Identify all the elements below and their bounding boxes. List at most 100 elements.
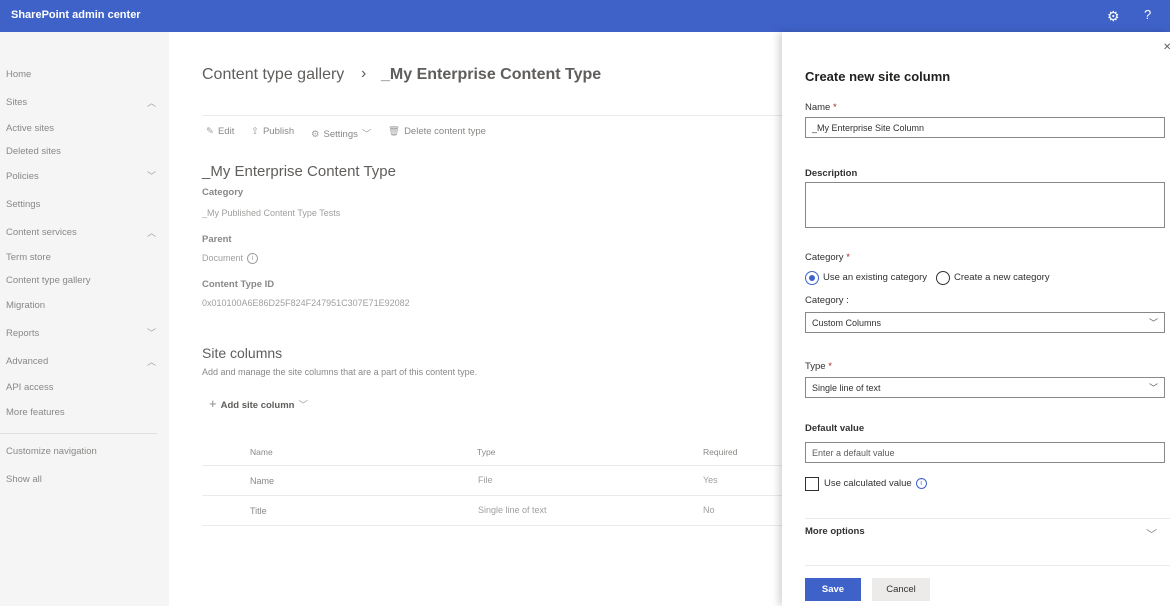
row-name[interactable]: Title — [250, 506, 267, 516]
publish-label: Publish — [262, 126, 295, 137]
category-select-label: Category : — [805, 295, 849, 306]
nav-item-more-features[interactable]: More features — [6, 407, 65, 418]
default-value-field[interactable]: Enter a default value — [805, 442, 1165, 463]
save-button[interactable]: Save — [805, 578, 861, 601]
help-button[interactable]: ? — [1144, 7, 1151, 22]
table-divider — [202, 525, 782, 526]
column-header-type[interactable]: Type — [477, 447, 495, 457]
publish-button[interactable]: ⇧ Publish — [251, 126, 294, 137]
gear-icon: ⚙ — [311, 129, 320, 140]
category-select-value: Custom Columns — [812, 318, 882, 328]
app-title[interactable]: SharePoint admin center — [11, 9, 141, 21]
new-category-radio[interactable] — [936, 271, 950, 285]
category-select[interactable]: Custom Columns ﹀ — [805, 312, 1165, 333]
nav-item-advanced[interactable]: Advanced — [6, 356, 48, 367]
info-icon[interactable]: i — [247, 253, 259, 265]
nav-item-active-sites[interactable]: Active sites — [6, 123, 54, 134]
left-navigation: Home Sites ︿ Active sites Deleted sites … — [0, 32, 169, 606]
add-site-column-button[interactable]: + Add site column ﹀ — [209, 396, 308, 411]
chevron-down-icon: ﹀ — [1148, 318, 1158, 328]
edit-label: Edit — [217, 126, 235, 137]
existing-category-label[interactable]: Use an existing category — [823, 272, 927, 283]
category-label-text: Category — [805, 252, 844, 263]
category-value: _My Published Content Type Tests — [202, 208, 341, 218]
calculated-value-checkbox[interactable] — [805, 477, 819, 491]
panel-title: Create new site column — [805, 69, 951, 84]
close-icon[interactable]: ✕ — [1163, 42, 1170, 53]
required-mark: * — [846, 252, 850, 263]
chevron-down-icon[interactable]: ﹀ — [147, 326, 156, 339]
nav-item-content-services[interactable]: Content services — [6, 227, 77, 238]
name-field[interactable]: _My Enterprise Site Column — [805, 117, 1165, 138]
breadcrumb-current: _My Enterprise Content Type — [381, 66, 602, 83]
chevron-up-icon[interactable]: ︿ — [147, 96, 156, 109]
gear-icon[interactable]: ⚙ — [1107, 8, 1120, 25]
nav-item-reports[interactable]: Reports — [6, 328, 39, 339]
content-type-id-value: 0x010100A6E86D25F824F247951C307E71E92082 — [202, 298, 410, 308]
breadcrumb-parent[interactable]: Content type gallery — [202, 66, 344, 84]
row-required: Yes — [703, 475, 718, 485]
row-type: File — [478, 475, 493, 485]
cancel-button[interactable]: Cancel — [872, 578, 930, 601]
calculated-value-label: Use calculated value i — [824, 478, 927, 489]
existing-category-radio[interactable] — [805, 271, 819, 285]
name-label: Name * — [805, 102, 837, 113]
table-divider — [202, 495, 782, 496]
nav-item-migration[interactable]: Migration — [6, 300, 45, 311]
upload-icon: ⇧ — [251, 126, 259, 137]
nav-item-sites[interactable]: Sites — [6, 97, 27, 108]
table-divider — [202, 465, 782, 466]
parent-label: Parent — [202, 234, 232, 245]
edit-button[interactable]: ✎ Edit — [206, 126, 234, 137]
nav-item-policies[interactable]: Policies — [6, 171, 39, 182]
content-type-id-label: Content Type ID — [202, 279, 275, 290]
column-header-required[interactable]: Required — [703, 447, 738, 457]
pencil-icon: ✎ — [206, 126, 214, 137]
new-category-label[interactable]: Create a new category — [954, 272, 1050, 283]
panel-divider — [805, 565, 1170, 566]
site-columns-title: Site columns — [202, 345, 283, 361]
info-icon[interactable]: i — [915, 478, 927, 489]
chevron-down-icon: ﹀ — [298, 400, 309, 411]
chevron-down-icon: ﹀ — [361, 129, 372, 140]
content-type-title: _My Enterprise Content Type — [202, 163, 396, 180]
default-value-label: Default value — [805, 423, 865, 434]
type-select[interactable]: Single line of text ﹀ — [805, 377, 1165, 398]
chevron-up-icon[interactable]: ︿ — [147, 355, 156, 368]
type-label-text: Type — [805, 361, 826, 372]
main-content: Content type gallery › _My Enterprise Co… — [169, 32, 782, 606]
nav-item-content-type-gallery[interactable]: Content type gallery — [6, 275, 91, 286]
required-mark: * — [828, 361, 832, 372]
command-bar-divider — [202, 115, 782, 116]
row-type: Single line of text — [478, 505, 547, 515]
chevron-down-icon[interactable]: ﹀ — [147, 169, 156, 182]
more-options-toggle[interactable]: More options — [805, 526, 865, 537]
nav-item-customize-navigation[interactable]: Customize navigation — [6, 446, 97, 457]
nav-item-settings[interactable]: Settings — [6, 199, 40, 210]
chevron-up-icon[interactable]: ︿ — [147, 226, 156, 239]
trash-icon: 🗑 — [388, 126, 401, 137]
nav-item-deleted-sites[interactable]: Deleted sites — [6, 146, 61, 157]
nav-item-show-all[interactable]: Show all — [6, 474, 42, 485]
type-select-value: Single line of text — [812, 383, 881, 393]
required-mark: * — [832, 102, 837, 113]
name-label-text: Name — [805, 102, 831, 113]
column-header-name[interactable]: Name — [250, 447, 273, 457]
settings-button[interactable]: ⚙ Settings ﹀ — [311, 126, 375, 140]
nav-item-home[interactable]: Home — [6, 69, 31, 80]
delete-label: Delete content type — [404, 126, 486, 137]
row-name[interactable]: Name — [250, 476, 274, 486]
description-label: Description — [805, 168, 858, 179]
nav-item-term-store[interactable]: Term store — [6, 252, 51, 263]
create-site-column-panel: ✕ Create new site column Name * _My Ente… — [782, 32, 1170, 606]
description-field[interactable] — [805, 182, 1165, 228]
chevron-down-icon: ﹀ — [1148, 383, 1158, 393]
row-required: No — [703, 505, 715, 515]
chevron-down-icon[interactable]: ﹀ — [1146, 526, 1157, 542]
nav-item-api-access[interactable]: API access — [6, 382, 54, 393]
type-label: Type * — [805, 361, 832, 372]
add-site-column-label: Add site column — [220, 400, 295, 411]
delete-content-type-button[interactable]: 🗑 Delete content type — [388, 126, 486, 137]
nav-divider — [0, 433, 157, 434]
category-label: Category — [202, 187, 244, 198]
